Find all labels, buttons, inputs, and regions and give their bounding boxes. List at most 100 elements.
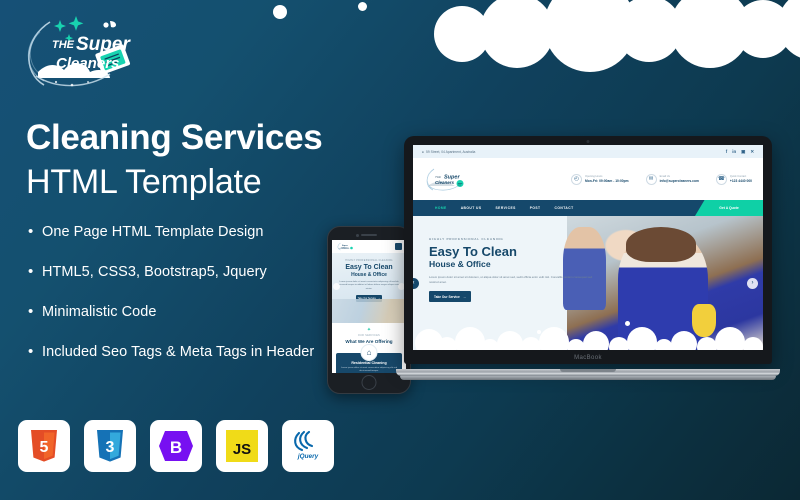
hero-foam-decoration (413, 327, 763, 350)
phone-service-card-text: Lorem ipsum dolor sit amet consectetur a… (340, 367, 398, 373)
phone-value: +123 4440 000 (729, 178, 752, 183)
bubble-decoration (537, 330, 541, 334)
phone-site-header: Super Cleaners (332, 240, 406, 253)
laptop-foot (400, 376, 776, 380)
hero-paragraph: Lorem ipsum dolor sit amet sit dolorem, … (429, 275, 593, 284)
laptop-base (396, 369, 780, 376)
html5-badge-label: 5 (40, 439, 49, 456)
site-logo: THE Super Cleaners (426, 168, 464, 191)
css3-badge: 3 (84, 420, 136, 472)
take-our-service-button[interactable]: Take Our Service → (429, 291, 471, 303)
hero-subtitle: House & Office (429, 259, 491, 269)
phone-hero-photo (332, 299, 406, 323)
phone-hero-kicker: HIGHLY PROFESSIONAL CLEANING (345, 260, 393, 262)
twitter-icon[interactable]: ✕ (750, 149, 754, 155)
instagram-icon[interactable]: ▣ (741, 149, 745, 155)
house-icon: ⌂ (360, 344, 378, 361)
list-item: • HTML5, CSS3, Bootstrap5, Jquery (28, 262, 328, 282)
carousel-prev-button[interactable]: ‹ (413, 277, 419, 289)
arrow-right-icon: → (462, 294, 466, 299)
jquery-badge: jQuery (282, 420, 334, 472)
header-opening-hours: ◴ Opening Hours Mon-Fri: 09:00am - 10:00… (570, 173, 629, 185)
envelope-icon: ✉ (645, 173, 657, 185)
bubble-decoration (685, 334, 689, 338)
bullet-icon: • (28, 223, 34, 240)
svg-text:Cleaners: Cleaners (435, 180, 455, 185)
nav-item-home[interactable]: HOME (435, 206, 447, 210)
phone-logo: Super Cleaners (337, 242, 353, 251)
site-topbar: ● 59 Street, 04 Apartment, Australia f i… (413, 145, 763, 158)
nav-item-about-us[interactable]: ABOUT US (461, 206, 482, 210)
nav-item-post[interactable]: POST (530, 206, 541, 210)
nav-item-contact[interactable]: CONTACT (555, 206, 574, 210)
logo-text-super: Super (76, 34, 131, 55)
phone-carousel-prev-button[interactable] (333, 283, 340, 290)
laptop-mockup: ● 59 Street, 04 Apartment, Australia f i… (396, 136, 780, 384)
hero-title: Easy To Clean (429, 244, 517, 259)
bootstrap-badge: B (150, 420, 202, 472)
carousel-next-button[interactable]: › (747, 277, 758, 289)
opening-hours-value: Mon-Fri: 09:00am - 10:00pm (584, 178, 629, 183)
nav-item-services[interactable]: SERVICES (496, 206, 516, 210)
site-hero: HIGHLY PROFESSIONAL CLEANING Easy To Cle… (413, 216, 763, 350)
headline-line-2: HTML Template (26, 163, 262, 201)
hero-photo-glove (692, 304, 716, 337)
phone-camera-icon (356, 233, 359, 237)
phone-hero-paragraph: Lorem ipsum dolor sit amet consectetur a… (338, 281, 400, 290)
phone-speaker (361, 234, 377, 236)
bullet-icon: • (28, 343, 34, 360)
bubble-decoration (625, 321, 630, 326)
bullet-icon: • (28, 303, 34, 320)
logo-text-cleaners: Cleaners (56, 55, 119, 72)
bubble-decoration (774, 23, 778, 27)
bullet-icon: • (28, 263, 34, 280)
bubble-decoration (358, 2, 367, 11)
laptop-lid: ● 59 Street, 04 Apartment, Australia f i… (404, 136, 772, 364)
feature-text: One Page HTML Template Design (42, 224, 264, 240)
facebook-icon[interactable]: f (726, 149, 727, 155)
javascript-badge-label: JS (233, 441, 251, 458)
phone-icon: ☎ (715, 173, 727, 185)
bubble-decoration (273, 5, 287, 19)
phone-offering-kicker: OUR SERVICES (357, 335, 381, 337)
laptop-brand-label: MacBook (574, 355, 602, 361)
hero-photo-hair (625, 226, 697, 262)
svg-text:Cleaners: Cleaners (342, 248, 349, 250)
linkedin-icon[interactable]: in (732, 149, 736, 155)
feature-text: Included Seo Tags & Meta Tags in Header (42, 344, 315, 360)
logo-text-the: THE (52, 39, 75, 51)
header-phone: ☎ Quick Contact +123 4440 000 (715, 173, 752, 185)
feature-list: • One Page HTML Template Design • HTML5,… (28, 222, 328, 382)
take-our-service-label: Take Our Service (434, 294, 460, 299)
logo: THE Super Cleaners (14, 12, 144, 94)
laptop-camera-icon (586, 140, 590, 143)
bubble-decoration (529, 24, 533, 28)
site-header: THE Super Cleaners ◴ Opening Hours Mon-F… (413, 158, 763, 200)
jquery-badge-label: jQuery (297, 453, 319, 460)
technology-badges: 5 3 B JS jQuery (18, 420, 334, 472)
bootstrap-badge-label: B (170, 438, 182, 457)
laptop-screen: ● 59 Street, 04 Apartment, Australia f i… (413, 145, 763, 350)
hero-kicker: HIGHLY PROFESSIONAL CLEANING (429, 237, 504, 241)
get-a-quote-button[interactable]: Get A Quote (695, 200, 763, 216)
phone-service-card[interactable]: ⌂ Residential Cleaning Lorem ipsum dolor… (336, 344, 402, 373)
social-links: f in ▣ ✕ (726, 149, 754, 155)
hero-copy: HIGHLY PROFESSIONAL CLEANING Easy To Cle… (429, 237, 611, 303)
svg-text:THE: THE (435, 175, 442, 179)
feature-text: HTML5, CSS3, Bootstrap5, Jquery (42, 264, 267, 280)
clock-icon: ◴ (570, 173, 582, 185)
headline-line-1: Cleaning Services (26, 118, 323, 157)
sparkle-icon: ✦ (366, 327, 372, 333)
location-pin-icon: ● (422, 149, 424, 154)
phone-hero-subtitle: House & Office (351, 272, 387, 278)
feature-text: Minimalistic Code (42, 304, 157, 320)
list-item: • Minimalistic Code (28, 302, 328, 322)
phone-service-card-title: Residential Cleaning (351, 361, 387, 365)
svg-text:Super: Super (342, 245, 348, 247)
header-email: ✉ Email Us info@supercleaners.com (645, 173, 699, 185)
page-title: Cleaning Services HTML Template (26, 116, 406, 204)
site-navigation: HOME ABOUT US SERVICES POST CONTACT Get … (413, 200, 763, 216)
javascript-badge: JS (216, 420, 268, 472)
cloud-decoration (330, 0, 800, 72)
phone-home-button[interactable] (361, 375, 377, 390)
